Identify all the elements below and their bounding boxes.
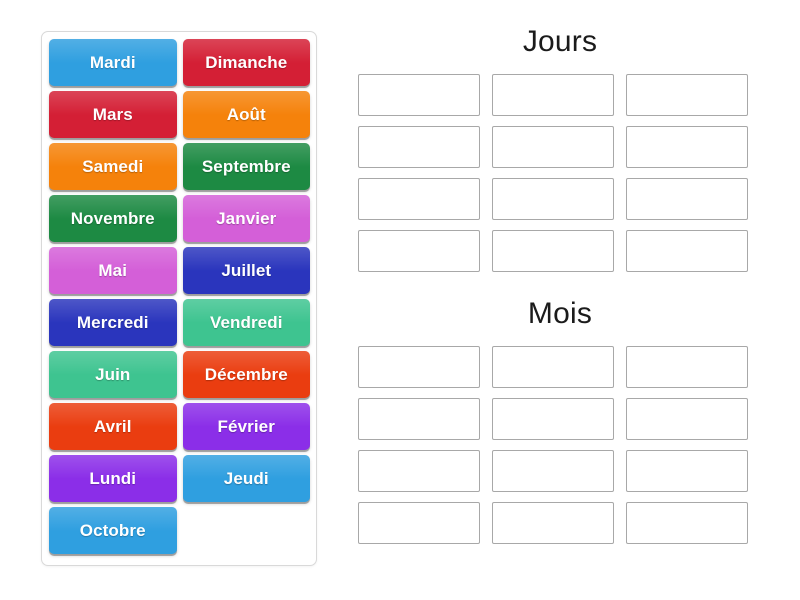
word-tile[interactable]: Juillet bbox=[182, 247, 310, 294]
word-tile[interactable]: Vendredi bbox=[182, 299, 310, 346]
word-tile-label: Décembre bbox=[204, 364, 288, 384]
drop-slot-jours[interactable] bbox=[626, 178, 748, 220]
drop-slot-mois[interactable] bbox=[358, 450, 480, 492]
drop-slot-mois[interactable] bbox=[626, 346, 748, 388]
drop-slot-jours[interactable] bbox=[492, 230, 614, 272]
word-tile[interactable]: Mai bbox=[49, 247, 177, 294]
word-tile-label: Lundi bbox=[89, 468, 137, 488]
slot-grid-jours bbox=[340, 74, 780, 272]
group-title-mois: Mois bbox=[527, 297, 593, 330]
drop-area-mois: Mois bbox=[340, 296, 780, 544]
word-tile[interactable]: Samedi bbox=[49, 143, 177, 190]
word-tile-label: Mercredi bbox=[76, 312, 149, 332]
word-tile-label: Mardi bbox=[89, 52, 136, 72]
drop-slot-jours[interactable] bbox=[492, 74, 614, 116]
drop-slot-mois[interactable] bbox=[626, 398, 748, 440]
group-title-jours: Jours bbox=[522, 25, 598, 58]
drop-slot-jours[interactable] bbox=[492, 178, 614, 220]
word-tile-grid: Mardi Dimanche Mars Août Samedi Septembre Nove… bbox=[49, 39, 310, 554]
drop-slot-mois[interactable] bbox=[492, 450, 614, 492]
word-tile-label: Octobre bbox=[79, 520, 146, 540]
drop-slot-mois[interactable] bbox=[358, 398, 480, 440]
drop-slot-mois[interactable] bbox=[626, 502, 748, 544]
word-tile-label: Juin bbox=[95, 364, 131, 384]
word-tile[interactable]: Mars bbox=[49, 91, 177, 138]
word-tile-label: Juillet bbox=[221, 260, 272, 280]
drop-slot-jours[interactable] bbox=[358, 74, 480, 116]
word-tile[interactable]: Février bbox=[182, 403, 310, 450]
drop-slot-mois[interactable] bbox=[492, 346, 614, 388]
drop-slot-mois[interactable] bbox=[492, 398, 614, 440]
word-tile[interactable]: Octobre bbox=[49, 507, 177, 554]
drop-slot-jours[interactable] bbox=[358, 126, 480, 168]
drop-slot-jours[interactable] bbox=[492, 126, 614, 168]
word-tile-label: Janvier bbox=[216, 208, 277, 228]
drop-slot-jours[interactable] bbox=[626, 230, 748, 272]
drop-slot-jours[interactable] bbox=[626, 126, 748, 168]
activity-stage: Mardi Dimanche Mars Août Samedi Septembre Nove… bbox=[0, 0, 800, 600]
slot-grid-mois bbox=[340, 346, 780, 544]
word-tile[interactable]: Septembre bbox=[182, 143, 310, 190]
drop-slot-mois[interactable] bbox=[358, 502, 480, 544]
word-tile[interactable]: Décembre bbox=[182, 351, 310, 398]
drop-slot-jours[interactable] bbox=[626, 74, 748, 116]
drop-slot-mois[interactable] bbox=[626, 450, 748, 492]
drop-slot-mois[interactable] bbox=[358, 346, 480, 388]
drop-area-jours: Jours bbox=[340, 24, 780, 272]
word-tile[interactable]: Dimanche bbox=[182, 39, 310, 86]
word-tile[interactable]: Juin bbox=[49, 351, 177, 398]
word-tile[interactable]: Novembre bbox=[49, 195, 177, 242]
word-tile[interactable]: Jeudi bbox=[182, 455, 310, 502]
drop-slot-jours[interactable] bbox=[358, 178, 480, 220]
word-tile-label: Dimanche bbox=[205, 52, 288, 72]
word-tile-label: Mai bbox=[98, 260, 128, 280]
word-tile[interactable]: Janvier bbox=[182, 195, 310, 242]
word-tile-placeholder bbox=[183, 507, 311, 554]
word-tile[interactable]: Mercredi bbox=[49, 299, 177, 346]
word-tile[interactable]: Lundi bbox=[49, 455, 177, 502]
word-bank-panel[interactable]: Mardi Dimanche Mars Août Samedi Septembre Nove… bbox=[41, 31, 317, 566]
word-tile-label: Août bbox=[226, 104, 266, 124]
word-tile[interactable]: Août bbox=[182, 91, 310, 138]
word-tile-label: Vendredi bbox=[209, 312, 283, 332]
drop-slot-mois[interactable] bbox=[492, 502, 614, 544]
word-tile-label: Jeudi bbox=[223, 468, 269, 488]
word-tile-label: Samedi bbox=[82, 156, 144, 176]
drop-slot-jours[interactable] bbox=[358, 230, 480, 272]
word-tile-label: Avril bbox=[93, 416, 132, 436]
word-tile-label: Novembre bbox=[70, 208, 155, 228]
word-tile-label: Février bbox=[217, 416, 275, 436]
word-tile-label: Mars bbox=[92, 104, 133, 124]
word-tile[interactable]: Mardi bbox=[49, 39, 177, 86]
word-tile-label: Septembre bbox=[201, 156, 291, 176]
word-tile[interactable]: Avril bbox=[49, 403, 177, 450]
